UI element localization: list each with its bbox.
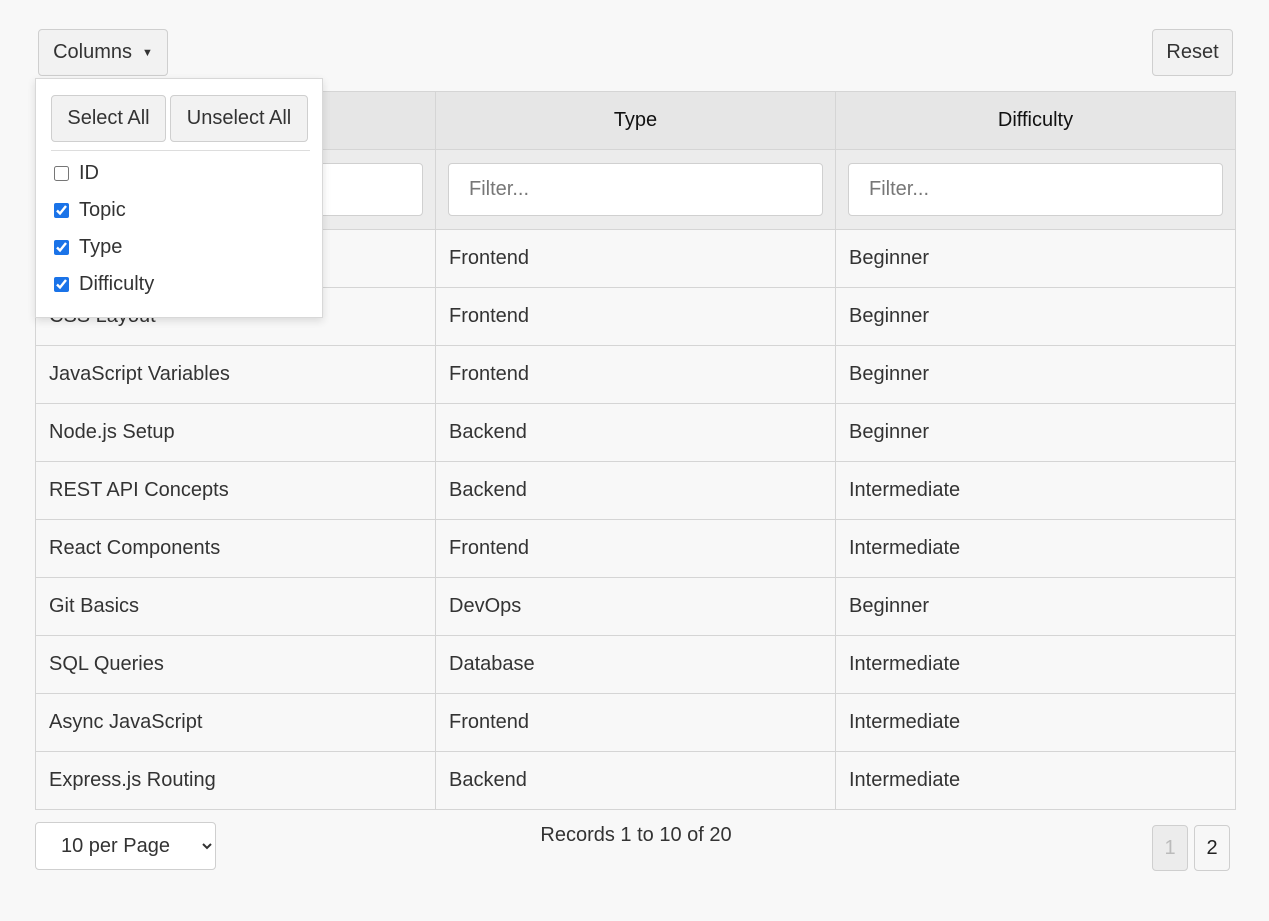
caret-down-icon: ▼: [142, 46, 153, 59]
cell-difficulty: Beginner: [835, 577, 1236, 636]
cell-difficulty: Intermediate: [835, 635, 1236, 694]
column-checkbox-id[interactable]: [54, 166, 69, 181]
column-option-difficulty[interactable]: Difficulty: [54, 273, 154, 296]
column-header-type[interactable]: Type: [435, 91, 836, 150]
table-row[interactable]: React Components Frontend Intermediate: [35, 519, 1236, 578]
cell-difficulty: Beginner: [835, 403, 1236, 462]
filter-input-difficulty[interactable]: [848, 163, 1223, 216]
cell-topic: React Components: [35, 519, 436, 578]
table-row[interactable]: SQL Queries Database Intermediate: [35, 635, 1236, 694]
page-button-2[interactable]: 2: [1194, 825, 1230, 871]
cell-topic: Async JavaScript: [35, 693, 436, 752]
menu-divider: [51, 150, 310, 151]
table-app: Columns ▼ Reset Topic Type Difficulty HT…: [0, 0, 1269, 921]
table-row[interactable]: Async JavaScript Frontend Intermediate: [35, 693, 1236, 752]
cell-topic: Git Basics: [35, 577, 436, 636]
unselect-all-button[interactable]: Unselect All: [170, 95, 308, 142]
cell-difficulty: Intermediate: [835, 519, 1236, 578]
table-row[interactable]: Node.js Setup Backend Beginner: [35, 403, 1236, 462]
cell-topic: SQL Queries: [35, 635, 436, 694]
cell-topic: JavaScript Variables: [35, 345, 436, 404]
records-summary: Records 1 to 10 of 20: [540, 824, 732, 846]
column-checkbox-topic[interactable]: [54, 203, 69, 218]
column-option-label: Type: [79, 236, 123, 258]
reset-button[interactable]: Reset: [1152, 29, 1233, 76]
cell-topic: Node.js Setup: [35, 403, 436, 462]
column-option-topic[interactable]: Topic: [54, 199, 126, 222]
cell-type: Frontend: [435, 693, 836, 752]
cell-difficulty: Intermediate: [835, 461, 1236, 520]
cell-type: Frontend: [435, 287, 836, 346]
columns-dropdown-menu: Select All Unselect All ID Topic Type Di…: [35, 78, 323, 318]
cell-type: Backend: [435, 461, 836, 520]
filter-input-type[interactable]: [448, 163, 823, 216]
cell-difficulty: Beginner: [835, 229, 1236, 288]
cell-type: Backend: [435, 403, 836, 462]
column-option-label: Difficulty: [79, 273, 155, 295]
column-checkbox-type[interactable]: [54, 240, 69, 255]
column-option-label: Topic: [79, 199, 126, 221]
cell-topic: REST API Concepts: [35, 461, 436, 520]
column-option-type[interactable]: Type: [54, 236, 122, 259]
column-option-label: ID: [79, 162, 99, 184]
column-option-id[interactable]: ID: [54, 162, 99, 185]
table-row[interactable]: JavaScript Variables Frontend Beginner: [35, 345, 1236, 404]
page-button-1: 1: [1152, 825, 1188, 871]
table-row[interactable]: REST API Concepts Backend Intermediate: [35, 461, 1236, 520]
cell-difficulty: Intermediate: [835, 751, 1236, 810]
cell-difficulty: Beginner: [835, 287, 1236, 346]
columns-toggle-button[interactable]: Columns ▼: [38, 29, 168, 76]
cell-type: Backend: [435, 751, 836, 810]
cell-type: Database: [435, 635, 836, 694]
cell-type: Frontend: [435, 229, 836, 288]
cell-type: Frontend: [435, 345, 836, 404]
table-row[interactable]: Git Basics DevOps Beginner: [35, 577, 1236, 636]
cell-difficulty: Beginner: [835, 345, 1236, 404]
cell-difficulty: Intermediate: [835, 693, 1236, 752]
cell-type: Frontend: [435, 519, 836, 578]
select-all-button[interactable]: Select All: [51, 95, 166, 142]
per-page-select[interactable]: 10 per Page: [35, 822, 216, 870]
cell-topic: Express.js Routing: [35, 751, 436, 810]
column-checkbox-difficulty[interactable]: [54, 277, 69, 292]
column-header-difficulty[interactable]: Difficulty: [835, 91, 1236, 150]
columns-button-label: Columns: [53, 41, 133, 63]
cell-type: DevOps: [435, 577, 836, 636]
table-row[interactable]: Express.js Routing Backend Intermediate: [35, 751, 1236, 810]
